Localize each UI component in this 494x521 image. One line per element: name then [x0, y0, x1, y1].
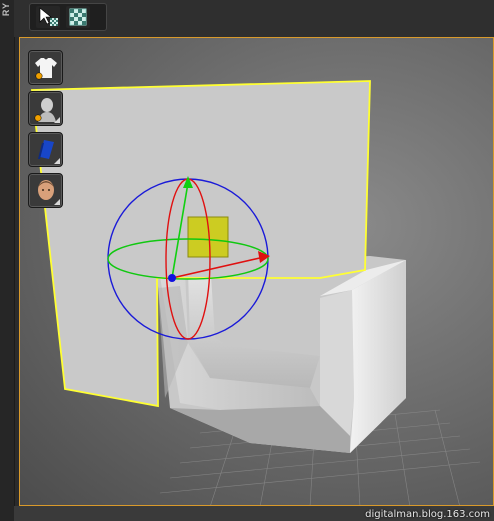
checker-material-tool[interactable]	[66, 6, 90, 28]
u-shaped-box[interactable]	[157, 253, 406, 453]
expand-indicator-icon	[54, 158, 60, 164]
tshirt-icon	[34, 57, 57, 79]
checker-grid-icon	[69, 8, 87, 26]
side-toolbar	[28, 50, 63, 208]
fabric-button[interactable]	[28, 132, 63, 167]
skin-button[interactable]	[28, 173, 63, 208]
3d-viewport[interactable]	[19, 37, 494, 506]
left-panel-edge: RY	[0, 0, 15, 521]
toolbar	[29, 3, 107, 31]
scene-canvas	[30, 80, 481, 505]
expand-indicator-icon	[54, 199, 60, 205]
expand-indicator-icon	[54, 117, 60, 123]
select-object-tool[interactable]	[36, 6, 60, 28]
avatar-button[interactable]	[28, 91, 63, 126]
watermark: digitalman.blog.163.com	[365, 509, 490, 520]
garment-button[interactable]	[28, 50, 63, 85]
panel-edge-label: RY	[1, 2, 11, 17]
cursor-checker-icon	[39, 7, 58, 26]
